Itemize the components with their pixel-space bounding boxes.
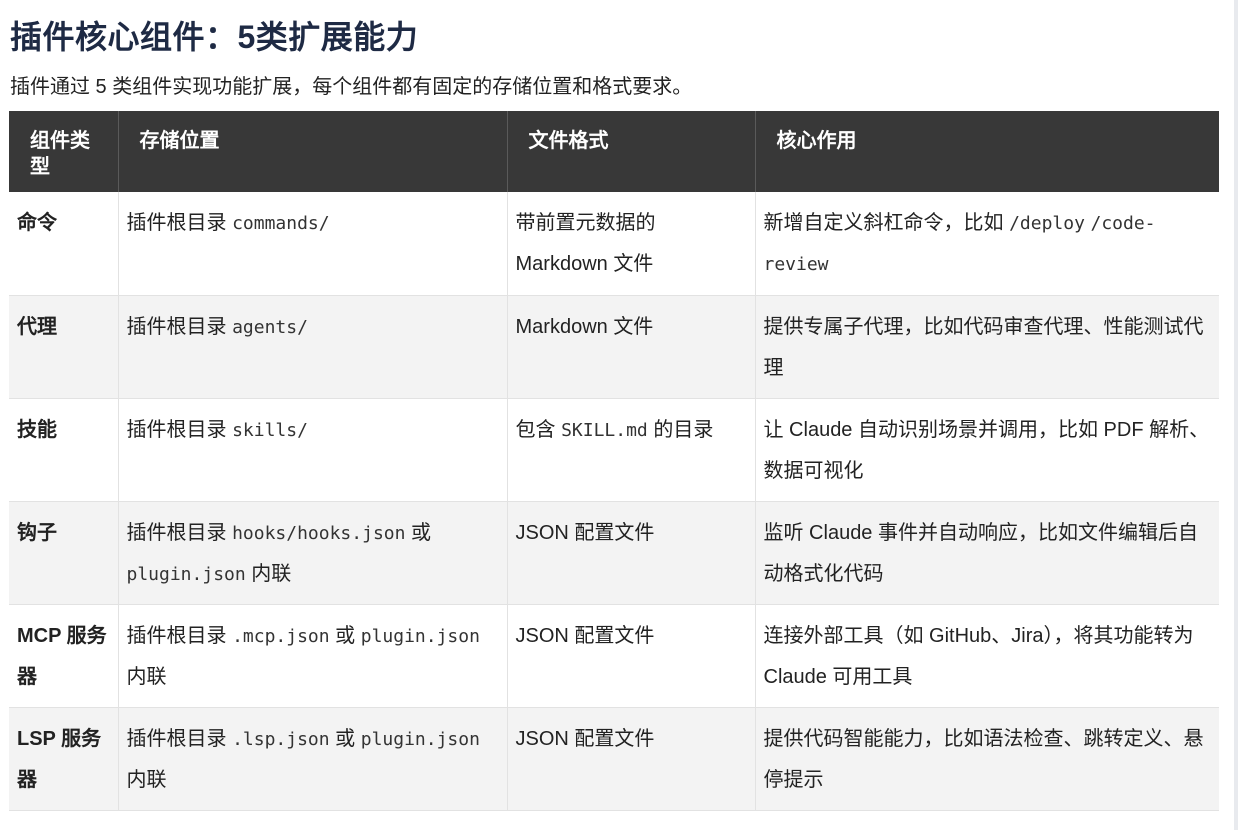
location-path: plugin.json	[126, 563, 246, 585]
table-row: 命令 插件根目录 commands/带前置元数据的 Markdown 文件 新增自定…	[9, 192, 1219, 296]
cell-role: 监听 Claude 事件并自动响应，比如文件编辑后自动格式化代码	[755, 501, 1219, 605]
format-text: Markdown 文件	[515, 315, 654, 338]
cell-format: 包含 SKILL.md 的目录	[507, 398, 756, 502]
location-text: 插件根目录	[126, 315, 233, 338]
table-row: 技能 插件根目录 skills/包含 SKILL.md 的目录让 Claude 自…	[9, 398, 1219, 502]
table-row: 钩子 插件根目录 hooks/hooks.json 或 plugin.json 内…	[9, 501, 1219, 605]
location-text: 内联	[126, 665, 167, 688]
page-edge	[1234, 0, 1238, 830]
location-path: commands/	[232, 213, 330, 234]
header-row: 组件类型 存储位置 文件格式 核心作用	[9, 111, 1219, 192]
location-text: 内联	[126, 768, 167, 791]
location-text: 或	[405, 521, 432, 544]
format-text: JSON 配置文件	[515, 624, 655, 647]
location-path: hooks/hooks.json	[232, 522, 406, 544]
format-code: SKILL.md	[561, 419, 648, 441]
cell-format: Markdown 文件	[507, 295, 756, 399]
location-text: 内联	[245, 562, 292, 585]
cell-role: 提供代码智能能力，比如语法检查、跳转定义、悬停提示	[755, 707, 1219, 811]
header-role: 核心作用	[755, 111, 1219, 192]
cell-type: 命令	[9, 192, 119, 296]
cell-location: 插件根目录 agents/	[118, 295, 508, 399]
location-text: 插件根目录	[126, 418, 233, 441]
role-text: 让 Claude 自动识别场景并调用，比如 PDF 解析、数据可视化	[763, 418, 1210, 482]
location-text: 插件根目录	[126, 727, 233, 750]
cell-location: 插件根目录 .mcp.json 或 plugin.json 内联	[118, 604, 508, 708]
location-path: plugin.json	[360, 625, 480, 647]
location-path: plugin.json	[360, 728, 480, 750]
table-row: MCP 服务器 插件根目录 .mcp.json 或 plugin.json 内联 J…	[9, 604, 1219, 708]
format-text: 的目录	[647, 418, 714, 441]
role-text: 新增自定义斜杠命令，比如	[763, 212, 1010, 234]
location-text: 插件根目录	[126, 624, 233, 647]
role-text: 监听 Claude 事件并自动响应，比如文件编辑后自动格式化代码	[763, 521, 1199, 585]
role-text: 连接外部工具（如 GitHub、Jira），将其功能转为 Claude 可用工具	[763, 624, 1194, 688]
location-path: agents/	[232, 316, 308, 338]
role-text: 提供专属子代理，比如代码审查代理、性能测试代理	[763, 315, 1204, 379]
table-row: 代理 插件根目录 agents/Markdown 文件 提供专属子代理，比如代码审查…	[9, 295, 1219, 399]
cell-type: MCP 服务器	[9, 604, 119, 708]
cell-format: JSON 配置文件	[507, 707, 756, 811]
location-text: 插件根目录	[126, 212, 233, 234]
format-text: 包含	[515, 418, 562, 441]
location-text: 插件根目录	[126, 521, 233, 544]
cell-role: 让 Claude 自动识别场景并调用，比如 PDF 解析、数据可视化	[755, 398, 1219, 502]
format-text: JSON 配置文件	[515, 521, 655, 544]
cell-type: 技能	[9, 398, 119, 502]
cell-location: 插件根目录 hooks/hooks.json 或 plugin.json 内联	[118, 501, 508, 605]
components-table: 组件类型 存储位置 文件格式 核心作用 命令 插件根目录 commands/带前置…	[9, 111, 1219, 811]
cell-location: 插件根目录 commands/	[118, 192, 508, 296]
cell-format: JSON 配置文件	[507, 604, 756, 708]
cell-type: 代理	[9, 295, 119, 399]
cell-format: JSON 配置文件	[507, 501, 756, 605]
cell-format: 带前置元数据的 Markdown 文件	[507, 192, 756, 296]
location-path: .lsp.json	[232, 728, 330, 750]
intro-text: 插件通过 5 类组件实现功能扩展，每个组件都有固定的存储位置和格式要求。	[10, 76, 693, 98]
cell-role: 新增自定义斜杠命令，比如 /deploy /code-review	[755, 192, 1219, 296]
cell-type: 钩子	[9, 501, 119, 605]
cell-role: 提供专属子代理，比如代码审查代理、性能测试代理	[755, 295, 1219, 399]
location-path: .mcp.json	[232, 625, 330, 647]
header-location: 存储位置	[118, 111, 508, 192]
cell-type: LSP 服务器	[9, 707, 119, 811]
header-format: 文件格式	[507, 111, 756, 192]
role-text: 提供代码智能能力，比如语法检查、跳转定义、悬停提示	[763, 727, 1204, 791]
page-title: 插件核心组件：5类扩展能力	[10, 19, 419, 55]
location-text: 或	[329, 624, 361, 647]
role-code: /deploy	[1009, 213, 1085, 234]
header-type: 组件类型	[9, 111, 119, 192]
location-text: 或	[329, 727, 361, 750]
table-row: LSP 服务器 插件根目录 .lsp.json 或 plugin.json 内联 J…	[9, 707, 1219, 811]
table-header: 组件类型 存储位置 文件格式 核心作用	[9, 111, 1219, 192]
cell-location: 插件根目录 .lsp.json 或 plugin.json 内联	[118, 707, 508, 811]
location-path: skills/	[232, 419, 308, 441]
format-text: JSON 配置文件	[515, 727, 655, 750]
cell-location: 插件根目录 skills/	[118, 398, 508, 502]
table-body: 命令 插件根目录 commands/带前置元数据的 Markdown 文件 新增自定…	[9, 192, 1219, 811]
cell-role: 连接外部工具（如 GitHub、Jira），将其功能转为 Claude 可用工具	[755, 604, 1219, 708]
format-text: 带前置元数据的 Markdown 文件	[515, 212, 656, 275]
